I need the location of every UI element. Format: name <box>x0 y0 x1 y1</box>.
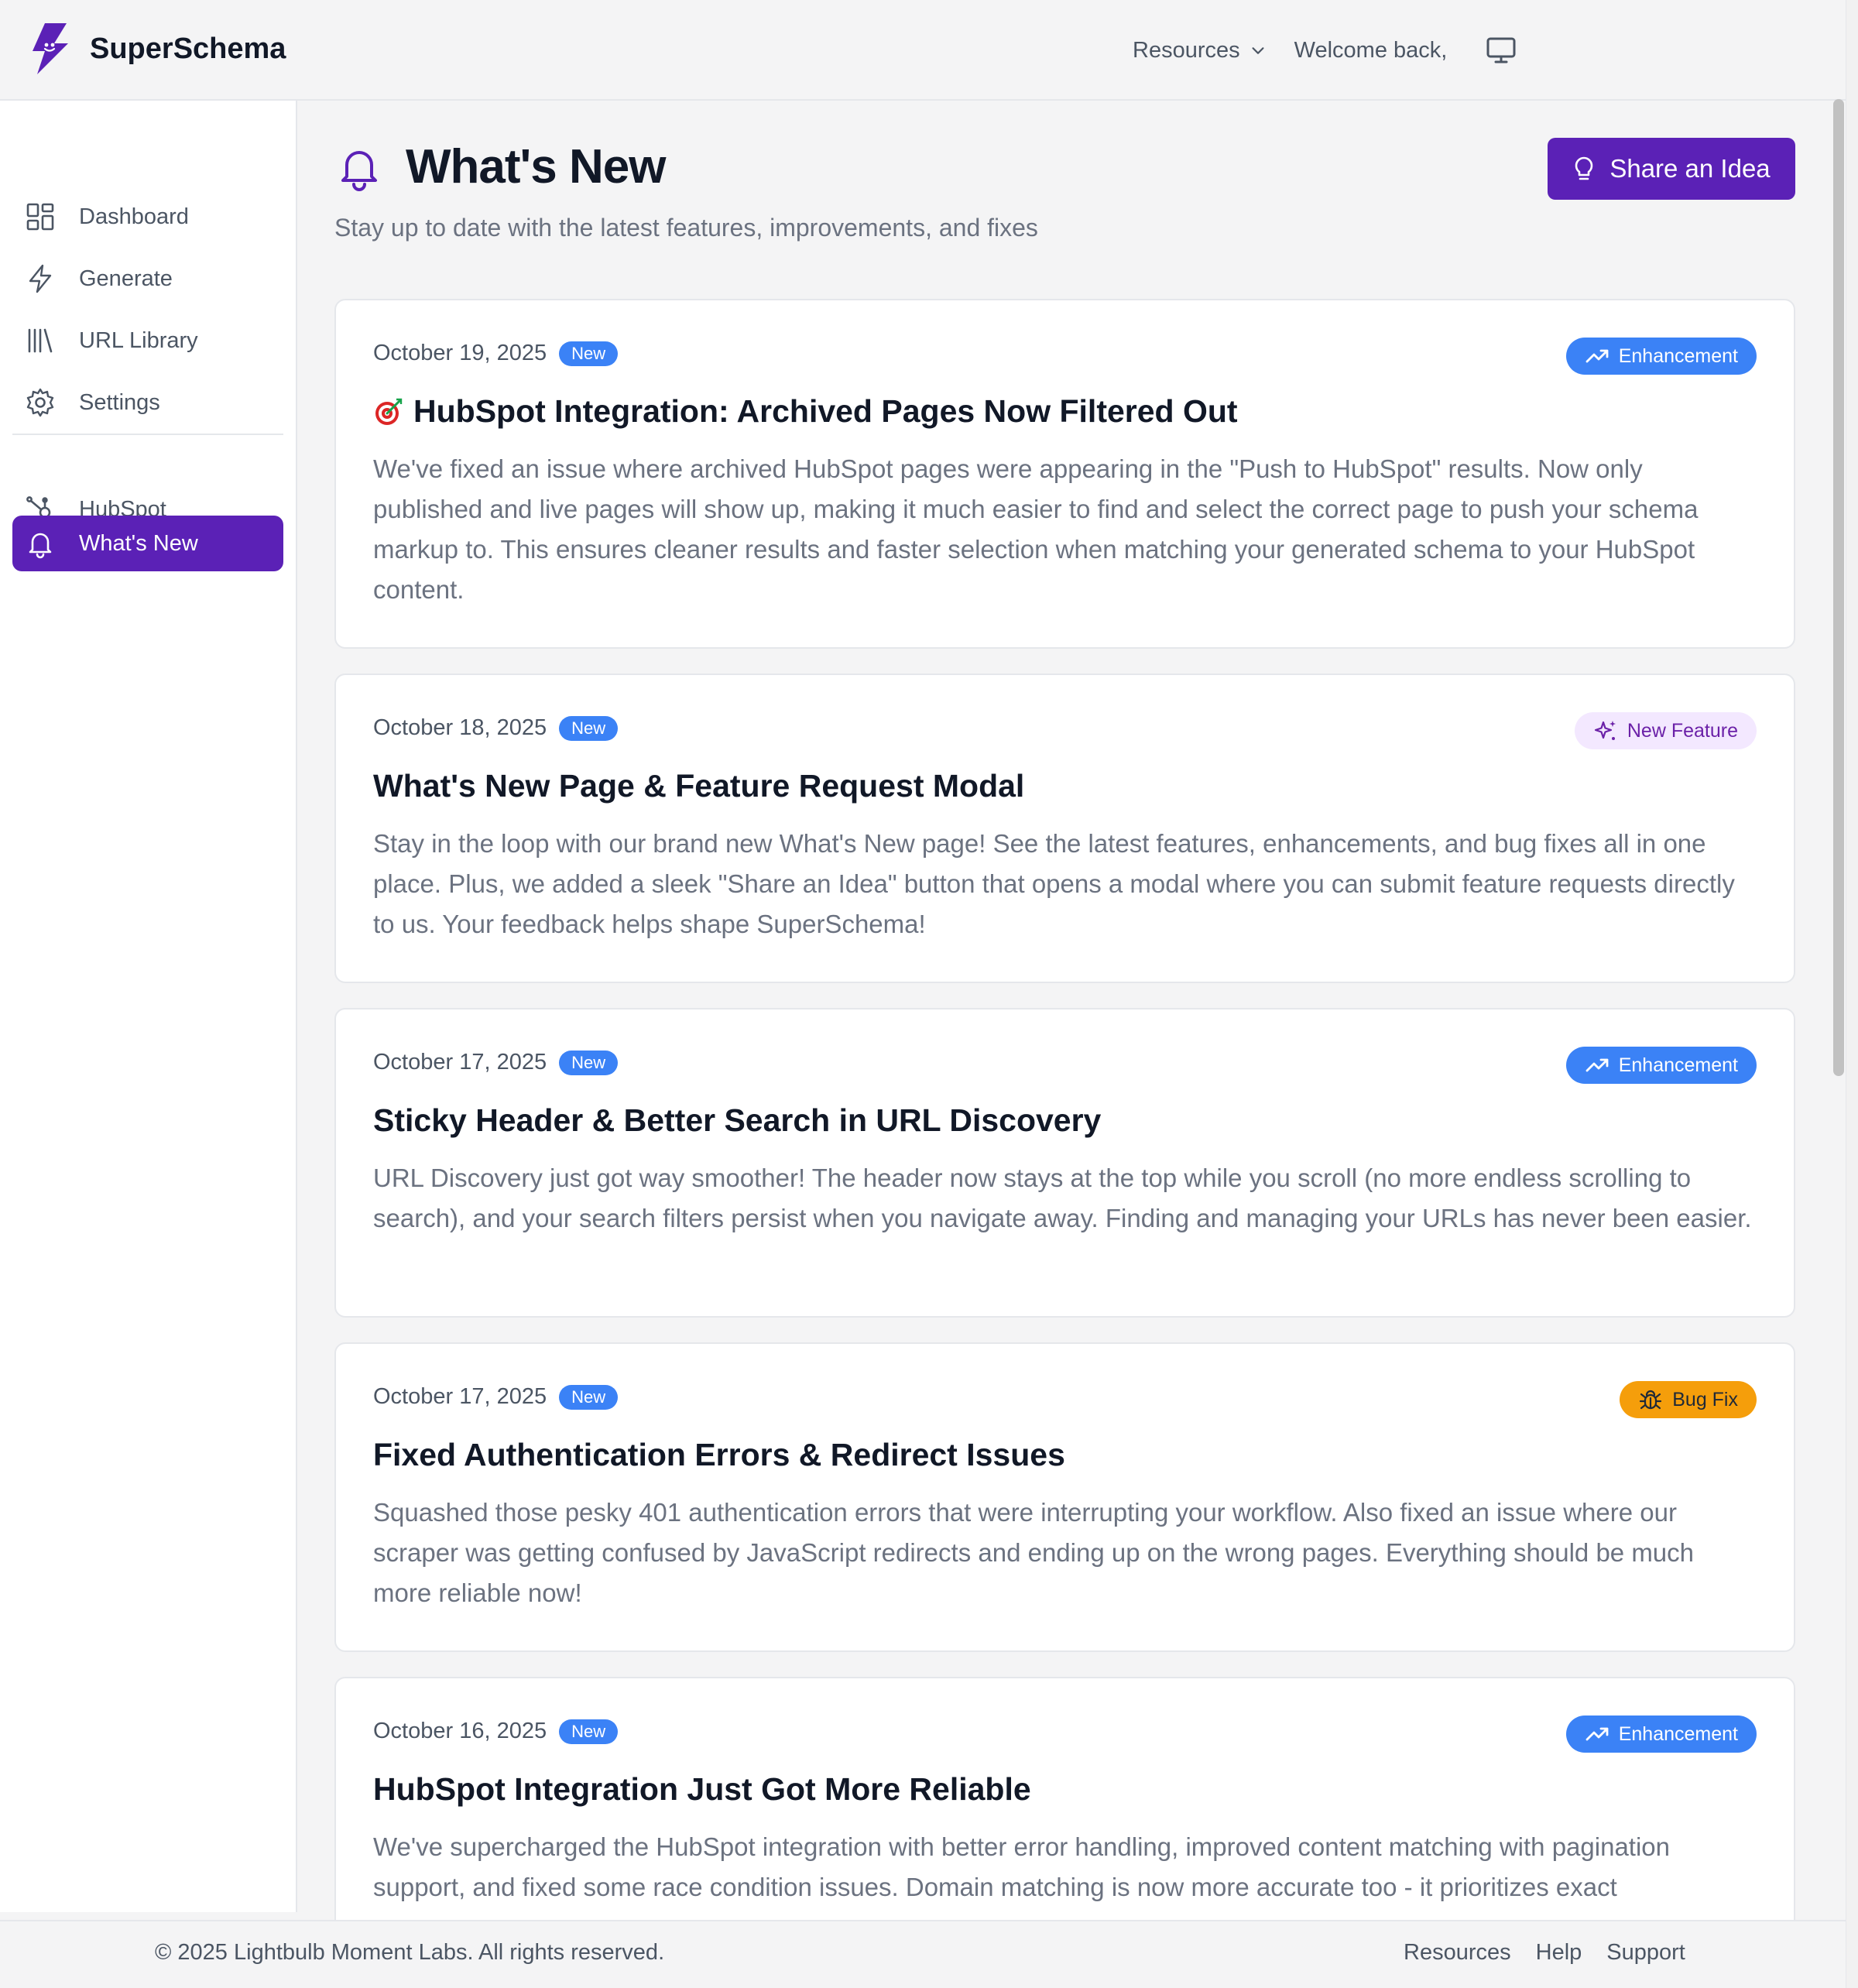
dashboard-icon <box>26 203 54 231</box>
sidebar-item-label: Dashboard <box>79 204 189 229</box>
update-title-text: Fixed Authentication Errors & Redirect I… <box>373 1437 1065 1472</box>
new-badge: New <box>559 1719 619 1744</box>
top-nav: Resources Welcome back, <box>1133 31 1517 70</box>
update-date: October 17, 2025 <box>373 1384 547 1409</box>
library-icon <box>28 328 53 353</box>
update-body: We've supercharged the HubSpot integrati… <box>373 1832 1671 1901</box>
resources-label: Resources <box>1133 37 1240 63</box>
category-label: Bug Fix <box>1672 1388 1738 1410</box>
share-idea-label: Share an Idea <box>1609 154 1771 183</box>
gear-icon <box>26 388 54 417</box>
trending-up-icon <box>1585 349 1609 363</box>
category-label: New Feature <box>1627 719 1738 742</box>
new-badge: New <box>559 341 619 366</box>
target-icon <box>375 398 403 425</box>
category-badge: Enhancement <box>1565 1047 1757 1084</box>
page-heading: What's New <box>334 139 666 194</box>
update-card: October 19, 2025 New Enhancement HubSpot… <box>334 299 1795 649</box>
lightbulb-icon <box>1575 156 1593 180</box>
footer-links: Resources Help Support <box>1404 1940 1685 1966</box>
category-badge: New Feature <box>1574 712 1757 749</box>
sidebar-item-dashboard[interactable]: Dashboard <box>12 189 283 245</box>
update-body: URL Discovery just got way smoother! The… <box>373 1164 1752 1232</box>
sidebar-item-generate[interactable]: Generate <box>12 251 283 307</box>
bell-icon <box>29 533 52 559</box>
trending-up-icon <box>1585 1727 1609 1741</box>
footer-link-resources[interactable]: Resources <box>1404 1940 1511 1966</box>
sidebar-item-label: URL Library <box>79 327 198 353</box>
category-label: Enhancement <box>1618 1054 1738 1076</box>
bell-icon <box>341 150 377 191</box>
bolt-face-icon <box>33 23 68 74</box>
page-title: What's New <box>406 140 666 194</box>
update-date: October 16, 2025 <box>373 1719 547 1743</box>
update-title-text: Sticky Header & Better Search in URL Dis… <box>373 1102 1102 1138</box>
category-label: Enhancement <box>1618 344 1738 367</box>
sparkles-icon <box>1594 721 1616 740</box>
update-date-row: October 17, 2025 New <box>373 1384 619 1410</box>
footer-link-help[interactable]: Help <box>1536 1940 1582 1966</box>
new-badge: New <box>559 1384 619 1410</box>
brand[interactable]: SuperSchema <box>28 22 286 76</box>
update-card: October 17, 2025 New Enhancement Sticky … <box>334 1008 1795 1318</box>
update-date: October 19, 2025 <box>373 341 547 365</box>
update-date-row: October 16, 2025 New <box>373 1719 619 1744</box>
sidebar-item-label: Settings <box>79 389 160 415</box>
update-title-text: HubSpot Integration Just Got More Reliab… <box>373 1771 1031 1807</box>
update-title: HubSpot Integration Just Got More Reliab… <box>373 1771 1031 1808</box>
sidebar-item-label: What's New <box>79 530 198 556</box>
category-badge: Enhancement <box>1565 1716 1757 1753</box>
update-date: October 18, 2025 <box>373 715 547 740</box>
welcome-text: Welcome back, <box>1294 37 1448 63</box>
monitor-icon[interactable] <box>1486 36 1517 64</box>
brand-name: SuperSchema <box>90 32 286 65</box>
category-label: Enhancement <box>1618 1722 1738 1745</box>
resources-menu[interactable]: Resources <box>1133 38 1267 63</box>
copyright: © 2025 Lightbulb Moment Labs. All rights… <box>155 1940 665 1965</box>
update-card: October 17, 2025 New Bug Fix Fixed Authe… <box>334 1342 1795 1652</box>
update-date: October 17, 2025 <box>373 1050 547 1075</box>
sidebar-item-whats-new[interactable]: What's New <box>12 516 283 571</box>
sidebar: Dashboard Generate URL Library Settings <box>0 101 297 1912</box>
share-idea-button[interactable]: Share an Idea <box>1548 138 1795 200</box>
update-date-row: October 17, 2025 New <box>373 1050 619 1075</box>
scrollbar-thumb[interactable] <box>1833 99 1844 1076</box>
update-date-row: October 19, 2025 New <box>373 341 619 366</box>
update-title: HubSpot Integration: Archived Pages Now … <box>373 393 1238 430</box>
update-body: We've fixed an issue where archived HubS… <box>373 454 1699 604</box>
update-title: Fixed Authentication Errors & Redirect I… <box>373 1437 1065 1473</box>
new-badge: New <box>559 1050 619 1075</box>
bug-icon <box>1640 1390 1662 1410</box>
footer-link-support[interactable]: Support <box>1606 1940 1685 1966</box>
update-body: Stay in the loop with our brand new What… <box>373 829 1735 938</box>
trending-up-icon <box>1585 1058 1609 1072</box>
new-badge: New <box>559 715 619 741</box>
update-title: Sticky Header & Better Search in URL Dis… <box>373 1102 1101 1139</box>
footer: © 2025 Lightbulb Moment Labs. All rights… <box>0 1920 1846 1988</box>
sidebar-divider <box>12 434 283 435</box>
update-title-text: What's New Page & Feature Request Modal <box>373 768 1025 804</box>
update-date-row: October 18, 2025 New <box>373 715 619 741</box>
sidebar-item-settings[interactable]: Settings <box>12 375 283 430</box>
sidebar-item-label: Generate <box>79 266 173 291</box>
category-badge: Bug Fix <box>1620 1381 1757 1418</box>
top-header: SuperSchema Resources Welcome back, <box>0 0 1846 101</box>
scrollbar-track[interactable] <box>1846 0 1858 1988</box>
update-card: October 18, 2025 New New Feature What's … <box>334 674 1795 983</box>
chevron-down-icon <box>1252 47 1264 54</box>
page-subtitle: Stay up to date with the latest features… <box>334 214 1038 242</box>
bolt-icon <box>29 264 52 293</box>
update-body: Squashed those pesky 401 authentication … <box>373 1498 1695 1607</box>
update-title: What's New Page & Feature Request Modal <box>373 768 1024 804</box>
sidebar-item-url-library[interactable]: URL Library <box>12 313 283 368</box>
category-badge: Enhancement <box>1565 338 1757 375</box>
update-title-text: HubSpot Integration: Archived Pages Now … <box>413 393 1238 429</box>
